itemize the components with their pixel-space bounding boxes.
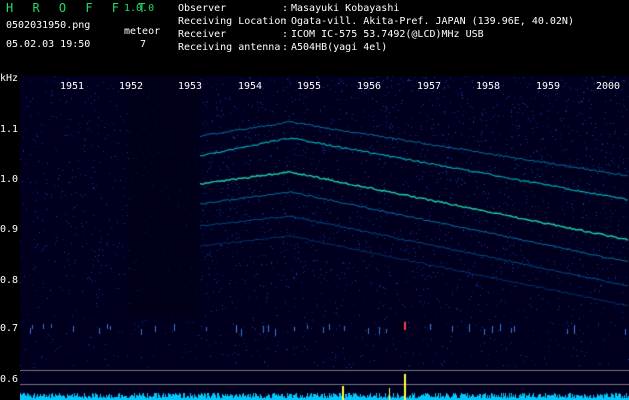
x-tick-label: 1954 bbox=[238, 81, 263, 92]
file-name: 0502031950.png bbox=[6, 20, 91, 31]
spectrogram-canvas bbox=[20, 76, 629, 400]
spectrogram-plot bbox=[20, 76, 629, 400]
y-tick-label: 0.8 bbox=[0, 275, 19, 286]
x-tick-label: 1953 bbox=[178, 81, 203, 92]
colon: : bbox=[282, 16, 289, 27]
app-version: 1.0.0 bbox=[124, 3, 155, 14]
antenna-value: A504HB(yagi 4el) bbox=[291, 42, 388, 53]
y-unit-label: kHz bbox=[0, 73, 19, 84]
y-tick-label: 0.6 bbox=[0, 374, 19, 385]
colon: : bbox=[282, 42, 289, 53]
x-tick-label: 1955 bbox=[297, 81, 322, 92]
antenna-label: Receiving antenna bbox=[178, 42, 281, 53]
datetime: 05.02.03 19:50 bbox=[6, 39, 91, 50]
x-tick-label: 1957 bbox=[417, 81, 442, 92]
x-tick-label: 1956 bbox=[357, 81, 382, 92]
x-tick-label: 1951 bbox=[60, 81, 85, 92]
receiver-value: ICOM IC-575 53.7492(@LCD)MHz USB bbox=[291, 29, 484, 40]
observer-value: Masayuki Kobayashi bbox=[291, 3, 400, 14]
x-tick-label: 2000 bbox=[596, 81, 621, 92]
location-label: Receiving Location bbox=[178, 16, 287, 27]
meteor-count: 7 bbox=[140, 39, 147, 50]
y-tick-label: 0.7 bbox=[0, 323, 19, 334]
colon: : bbox=[282, 29, 289, 40]
location-value: Ogata-vill. Akita-Pref. JAPAN (139.96E, … bbox=[291, 16, 574, 27]
y-tick-label: 1.1 bbox=[0, 124, 19, 135]
x-tick-label: 1952 bbox=[119, 81, 144, 92]
header-panel: H R O F F T 1.0.0 0502031950.png meteor … bbox=[0, 0, 629, 72]
x-tick-label: 1959 bbox=[536, 81, 561, 92]
receiver-label: Receiver bbox=[178, 29, 227, 40]
y-tick-label: 1.0 bbox=[0, 174, 19, 185]
colon: : bbox=[282, 3, 289, 14]
y-tick-label: 0.9 bbox=[0, 224, 19, 235]
meteor-label: meteor bbox=[124, 26, 161, 37]
x-tick-label: 1958 bbox=[476, 81, 501, 92]
observer-label: Observer bbox=[178, 3, 227, 14]
